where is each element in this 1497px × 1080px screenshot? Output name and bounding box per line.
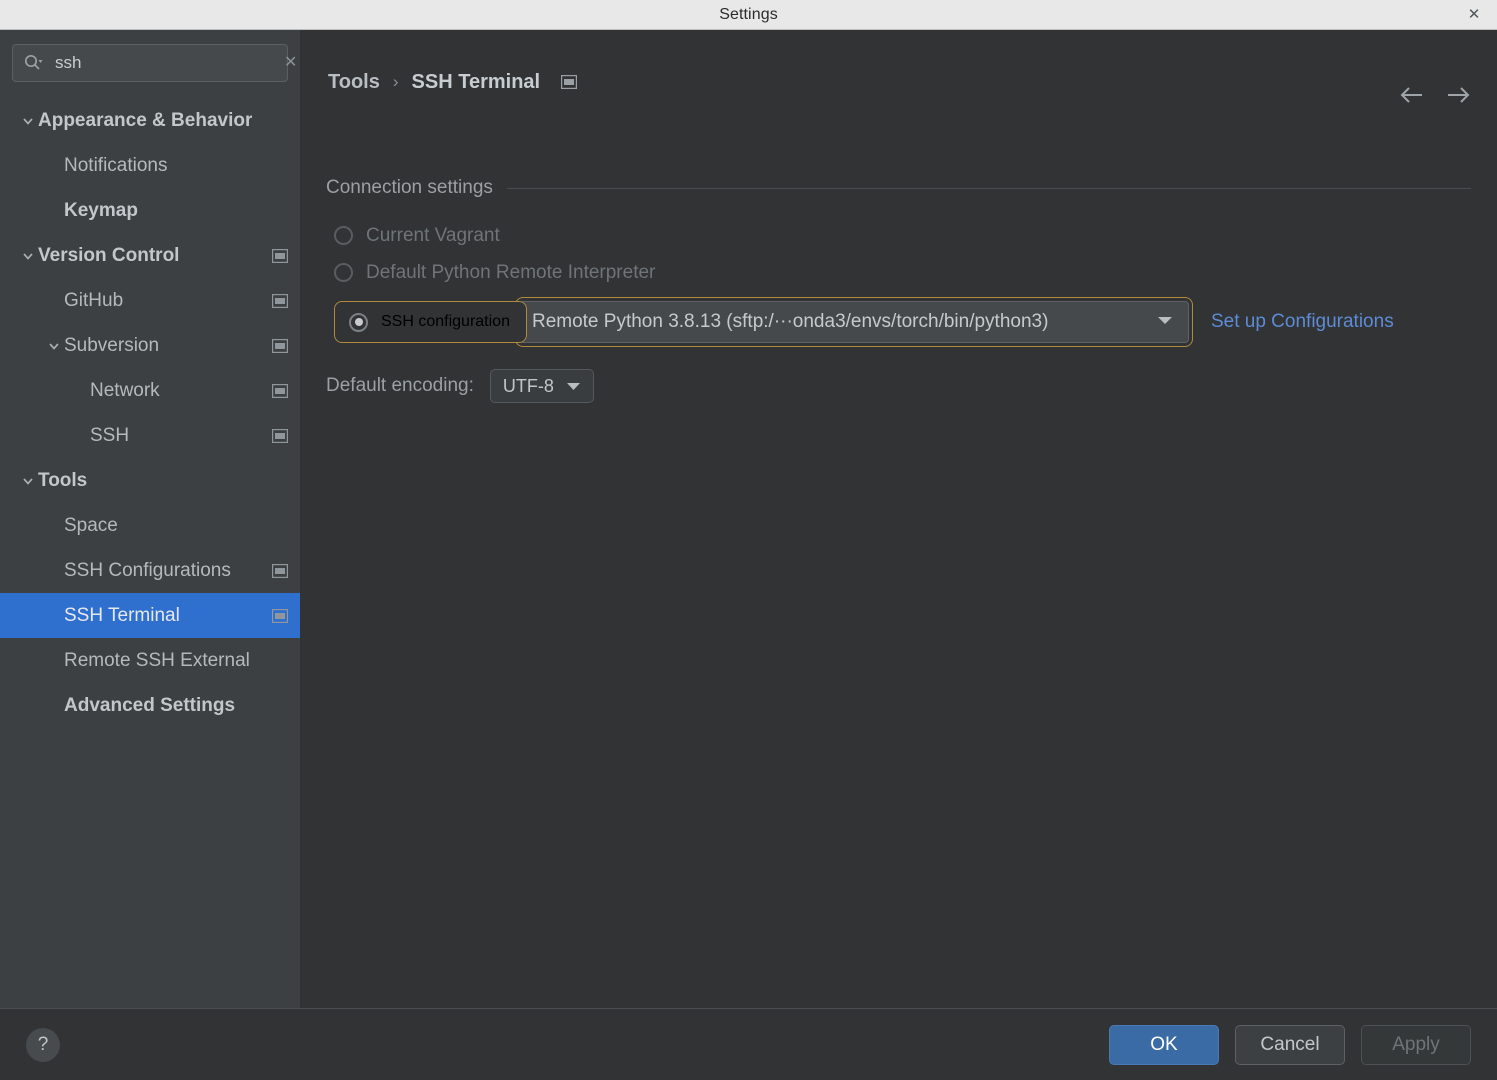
- sidebar-item-label: Tools: [38, 469, 88, 491]
- dialog-action-buttons: OK Cancel Apply: [1109, 1024, 1471, 1065]
- radio-indicator[interactable]: [334, 263, 353, 282]
- help-icon[interactable]: ?: [26, 1027, 60, 1062]
- breadcrumb-current: SSH Terminal: [411, 70, 541, 93]
- sidebar-item-label: SSH: [90, 424, 130, 446]
- close-icon[interactable]: ✕: [1465, 6, 1483, 24]
- chevron-down-icon[interactable]: [566, 381, 581, 391]
- radio-label: Current Vagrant: [366, 224, 500, 246]
- chevron-down-icon[interactable]: [44, 339, 64, 353]
- search-input[interactable]: [49, 53, 276, 73]
- radio-option-default-python-remote-interpreter[interactable]: Default Python Remote Interpreter: [334, 254, 1497, 291]
- sidebar-item-ssh-configurations[interactable]: SSH Configurations: [0, 548, 300, 593]
- search-box[interactable]: ✕: [12, 44, 297, 82]
- help-label: ?: [37, 1033, 49, 1055]
- sidebar-item-notifications[interactable]: Notifications: [0, 143, 300, 188]
- sidebar-item-label: Appearance & Behavior: [38, 109, 253, 131]
- breadcrumb: Tools › SSH Terminal: [328, 30, 1497, 93]
- sidebar-item-label: Advanced Settings: [64, 694, 236, 716]
- breadcrumb-parent[interactable]: Tools: [328, 71, 380, 94]
- sidebar-item-label: SSH Terminal: [64, 604, 180, 626]
- sidebar-item-keymap[interactable]: Keymap: [0, 188, 300, 233]
- sidebar-item-network[interactable]: Network: [0, 368, 300, 413]
- sidebar-item-label: Keymap: [64, 199, 138, 221]
- chevron-down-icon[interactable]: [18, 249, 38, 263]
- default-encoding-dropdown[interactable]: UTF-8: [489, 369, 594, 403]
- cancel-button[interactable]: Cancel: [1235, 1024, 1345, 1065]
- arrow-right-icon[interactable]: [1445, 82, 1471, 108]
- sidebar-item-github[interactable]: GitHub: [0, 278, 300, 323]
- radio-option-ssh-configuration[interactable]: SSH configuration: [334, 301, 527, 343]
- section-divider: [506, 187, 1471, 189]
- dialog-body: ✕ Appearance & Behavior Notifications Keym…: [0, 30, 1497, 1080]
- sidebar-item-label: Remote SSH External: [64, 649, 250, 671]
- mini-window-icon: [272, 338, 288, 353]
- navigation-buttons: [1399, 82, 1471, 108]
- chevron-down-icon[interactable]: [18, 474, 38, 488]
- dialog-footer: ? OK Cancel Apply: [0, 1008, 1497, 1080]
- chevron-down-icon[interactable]: [18, 114, 38, 128]
- default-encoding-label: Default encoding:: [326, 375, 474, 396]
- default-encoding-value: UTF-8: [502, 375, 554, 396]
- radio-option-current-vagrant[interactable]: Current Vagrant: [334, 217, 1497, 254]
- sidebar-item-ssh[interactable]: SSH: [0, 413, 300, 458]
- apply-button[interactable]: Apply: [1361, 1024, 1471, 1065]
- sidebar-item-label: GitHub: [64, 289, 124, 311]
- sidebar-item-tools[interactable]: Tools: [0, 458, 300, 503]
- arrow-left-icon[interactable]: [1399, 82, 1425, 108]
- sidebar-item-label: Version Control: [38, 244, 180, 266]
- mini-window-icon: [561, 75, 578, 89]
- sidebar-item-remote-ssh-external[interactable]: Remote SSH External: [0, 638, 300, 683]
- radio-indicator[interactable]: [334, 226, 353, 245]
- sidebar-item-advanced-settings[interactable]: Advanced Settings: [0, 683, 300, 728]
- sidebar-item-label: Space: [64, 514, 118, 536]
- sidebar-item-ssh-terminal[interactable]: SSH Terminal: [0, 593, 300, 638]
- mini-window-icon: [272, 563, 288, 578]
- section-title: Connection settings: [326, 177, 493, 198]
- window-title: Settings: [719, 5, 778, 23]
- chevron-down-icon[interactable]: [1156, 313, 1174, 331]
- mini-window-icon: [272, 428, 288, 443]
- radio-label: SSH configuration: [381, 313, 510, 330]
- sidebar-item-space[interactable]: Space: [0, 503, 300, 548]
- radio-label: Default Python Remote Interpreter: [366, 261, 656, 283]
- ssh-configuration-row: SSH configuration Remote Python 3.8.13 (…: [334, 297, 1497, 347]
- radio-indicator[interactable]: [349, 312, 368, 332]
- mini-window-icon: [272, 383, 288, 398]
- settings-sidebar: ✕ Appearance & Behavior Notifications Keym…: [0, 30, 300, 1008]
- sidebar-item-label: SSH Configurations: [64, 559, 231, 581]
- connection-settings-form: Current Vagrant Default Python Remote In…: [326, 217, 1497, 403]
- set-up-configurations-link[interactable]: Set up Configurations: [1211, 311, 1394, 333]
- sidebar-item-label: Network: [90, 379, 160, 401]
- search-container: ✕: [0, 30, 300, 92]
- mini-window-icon: [272, 293, 288, 308]
- ssh-configuration-value: Remote Python 3.8.13 (sftp:/···onda3/env…: [531, 311, 1049, 332]
- sidebar-item-label: Subversion: [64, 334, 160, 356]
- settings-main-panel: Tools › SSH Terminal Connection settings…: [300, 30, 1497, 1008]
- mini-window-icon: [272, 608, 288, 623]
- dialog-content: ✕ Appearance & Behavior Notifications Keym…: [0, 30, 1497, 1008]
- sidebar-item-label: Notifications: [64, 154, 168, 176]
- breadcrumb-separator: ›: [392, 72, 399, 91]
- window-title-bar: Settings ✕: [0, 0, 1497, 30]
- sidebar-item-version-control[interactable]: Version Control: [0, 233, 300, 278]
- default-encoding-row: Default encoding: UTF-8: [326, 369, 1497, 403]
- connection-settings-header: Connection settings: [326, 177, 1471, 199]
- clear-icon[interactable]: ✕: [282, 55, 299, 71]
- settings-tree: Appearance & Behavior Notifications Keymap…: [0, 92, 300, 1008]
- sidebar-item-appearance-behavior[interactable]: Appearance & Behavior: [0, 98, 300, 143]
- search-icon[interactable]: [23, 53, 43, 73]
- sidebar-item-subversion[interactable]: Subversion: [0, 323, 300, 368]
- ssh-configuration-dropdown[interactable]: Remote Python 3.8.13 (sftp:/···onda3/env…: [514, 297, 1193, 347]
- mini-window-icon: [272, 248, 288, 263]
- ok-button[interactable]: OK: [1109, 1024, 1219, 1065]
